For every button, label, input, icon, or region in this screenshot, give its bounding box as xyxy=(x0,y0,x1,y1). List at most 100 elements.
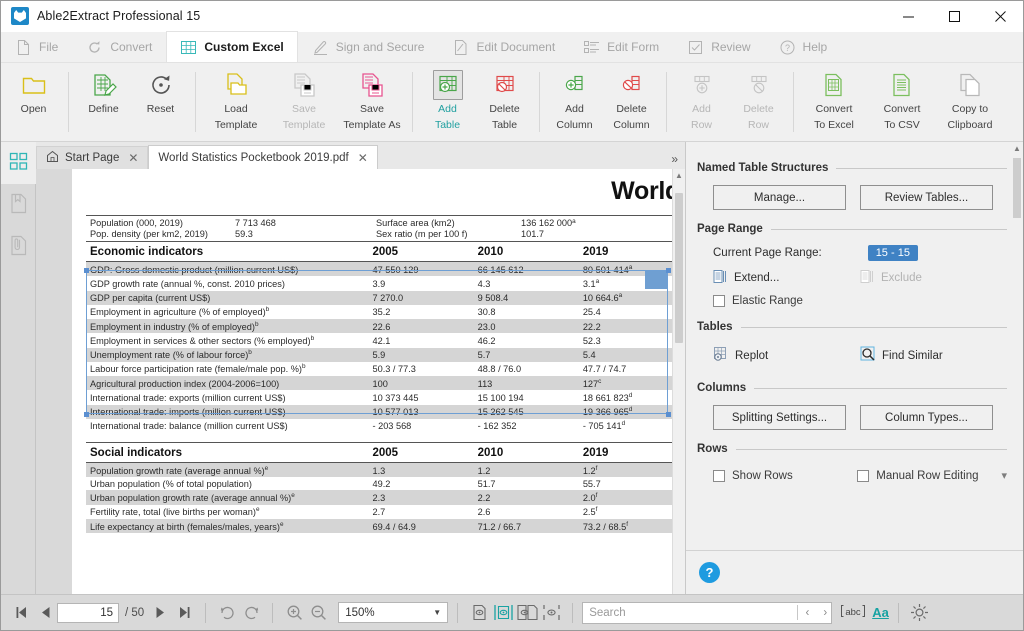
divider xyxy=(457,603,458,623)
group-title: Columns xyxy=(697,382,1007,394)
rotate-clockwise-button[interactable] xyxy=(215,601,239,625)
ribbon-tab-file[interactable]: File xyxy=(1,31,72,62)
delete-column-icon xyxy=(617,70,647,100)
panel-scrollbar-thumb[interactable] xyxy=(1013,158,1021,218)
zoom-level-select[interactable]: 150% ▼ xyxy=(338,602,448,623)
open-button[interactable]: Open xyxy=(5,63,62,141)
match-case-button[interactable]: Aa xyxy=(872,605,889,620)
continuous-page-view-button[interactable] xyxy=(491,601,515,625)
button-label: Delete xyxy=(743,104,773,116)
scroll-up-arrow[interactable]: ▲ xyxy=(673,169,685,182)
table-selection-rectangle[interactable] xyxy=(86,270,668,414)
panel-scroll-up-arrow[interactable]: ▲ xyxy=(1011,142,1023,155)
rotate-counterclockwise-button[interactable] xyxy=(239,601,263,625)
add-table-button[interactable]: Add Table xyxy=(419,63,476,141)
current-page-range-value[interactable]: 15 - 15 xyxy=(868,245,918,261)
selection-handle-br[interactable] xyxy=(666,412,671,417)
delete-table-button[interactable]: Delete Table xyxy=(476,63,533,141)
next-page-button[interactable] xyxy=(148,601,172,625)
show-rows-option[interactable]: Show Rows xyxy=(713,470,850,482)
first-page-button[interactable] xyxy=(9,601,33,625)
copy-to-clipboard-button[interactable]: Copy to Clipboard xyxy=(936,63,1004,141)
document-tab-world-statistics[interactable]: World Statistics Pocketbook 2019.pdf ✕ xyxy=(148,145,377,169)
chevron-right-icon[interactable]: › xyxy=(823,607,827,619)
panel-scrollbar[interactable]: ▲ xyxy=(1011,142,1023,550)
ribbon-tab-convert[interactable]: Convert xyxy=(72,31,166,62)
delete-column-button[interactable]: Delete Column xyxy=(603,63,660,141)
document-tab-start-page[interactable]: Start Page ✕ xyxy=(36,146,148,169)
prev-page-button[interactable] xyxy=(33,601,57,625)
replot-button[interactable]: Replot xyxy=(713,346,860,365)
button-label: Copy to xyxy=(952,104,988,116)
selection-handle-bl[interactable] xyxy=(84,412,89,417)
row-label: Population growth rate (average annual %… xyxy=(86,463,368,478)
manage-button[interactable]: Manage... xyxy=(713,185,846,210)
document-vertical-scrollbar[interactable]: ▲ xyxy=(672,169,685,594)
social-indicators-table[interactable]: Social indicators 2005 2010 2019 Populat… xyxy=(86,442,672,533)
show-rows-checkbox[interactable] xyxy=(713,470,725,482)
sidebar-item-thumbnails[interactable] xyxy=(1,142,36,184)
close-icon[interactable]: ✕ xyxy=(358,151,368,165)
chevron-down-icon[interactable]: ▾ xyxy=(1001,469,1007,482)
button-label: Add xyxy=(565,104,584,116)
define-button[interactable]: Define xyxy=(75,63,132,141)
splitting-settings-button[interactable]: Splitting Settings... xyxy=(713,405,846,430)
search-input[interactable]: Search ‹ › xyxy=(582,602,832,624)
facing-pages-view-button[interactable] xyxy=(515,601,539,625)
sidebar-item-bookmarks[interactable] xyxy=(1,184,36,226)
ribbon-tab-edit-form[interactable]: Edit Form xyxy=(569,31,673,62)
convert-to-csv-button[interactable]: Convert To CSV xyxy=(868,63,936,141)
reset-button[interactable]: Reset xyxy=(132,63,189,141)
sidebar-item-attachments[interactable] xyxy=(1,226,36,268)
find-similar-button[interactable]: Find Similar xyxy=(860,346,1007,365)
selection-handle-tl[interactable] xyxy=(84,268,89,273)
pdf-page[interactable]: World Population (000, 2019) 7 713 468 xyxy=(72,169,672,594)
column-types-button[interactable]: Column Types... xyxy=(860,405,993,430)
button-row: Splitting Settings... Column Types... xyxy=(697,399,1007,434)
ribbon-tab-sign-and-secure[interactable]: Sign and Secure xyxy=(298,31,439,62)
ribbon-tab-help[interactable]: ? Help xyxy=(765,31,842,62)
delete-row-icon xyxy=(744,70,774,100)
divider xyxy=(205,603,206,623)
chevron-left-icon[interactable]: ‹ xyxy=(806,607,810,619)
manual-row-editing-checkbox[interactable] xyxy=(857,470,869,482)
group-named-table-structures: Named Table Structures Manage... Review … xyxy=(697,162,1007,214)
extend-button[interactable]: Extend... xyxy=(713,269,860,287)
close-icon[interactable]: ✕ xyxy=(128,151,138,165)
continuous-facing-view-button[interactable] xyxy=(539,601,563,625)
zoom-in-button[interactable] xyxy=(282,601,306,625)
last-page-button[interactable] xyxy=(172,601,196,625)
convert-to-excel-button[interactable]: Convert To Excel xyxy=(800,63,868,141)
ribbon-tab-edit-document[interactable]: Edit Document xyxy=(438,31,569,62)
close-button[interactable] xyxy=(977,1,1023,32)
save-template-as-button[interactable]: Save Template As xyxy=(338,63,406,141)
page-scroll-area[interactable]: World Population (000, 2019) 7 713 468 xyxy=(72,169,672,594)
ribbon-tab-custom-excel[interactable]: Custom Excel xyxy=(166,31,297,62)
ribbon-tab-review[interactable]: Review xyxy=(673,31,764,62)
chevron-double-right-icon[interactable]: » xyxy=(671,152,678,166)
brightness-button[interactable] xyxy=(908,601,932,625)
selected-corner-cell[interactable] xyxy=(645,271,667,289)
elastic-range-row[interactable]: Elastic Range xyxy=(697,290,1007,312)
page-number-input[interactable]: 15 xyxy=(57,603,119,623)
scrollbar-thumb[interactable] xyxy=(675,193,683,343)
reset-icon xyxy=(146,70,176,100)
help-button[interactable]: ? xyxy=(699,562,720,583)
minimize-button[interactable] xyxy=(885,1,931,32)
add-column-button[interactable]: Add Column xyxy=(546,63,603,141)
load-template-button[interactable]: Load Template xyxy=(202,63,270,141)
manual-row-editing-option[interactable]: Manual Row Editing xyxy=(857,470,994,482)
elastic-range-checkbox[interactable] xyxy=(713,295,725,307)
zoom-out-button[interactable] xyxy=(306,601,330,625)
whole-words-button[interactable]: abc xyxy=(840,603,866,622)
summary-value: 136 162 000 xyxy=(521,218,572,228)
tab-label: World Statistics Pocketbook 2019.pdf xyxy=(158,152,348,164)
review-tables-button[interactable]: Review Tables... xyxy=(860,185,993,210)
save-template-icon xyxy=(289,70,319,100)
summary-value: 101.7 xyxy=(521,229,544,239)
selection-handle-tr[interactable] xyxy=(666,268,671,273)
single-page-view-button[interactable] xyxy=(467,601,491,625)
maximize-button[interactable] xyxy=(931,1,977,32)
add-row-button: Add Row xyxy=(673,63,730,141)
tables-actions-row: Replot Find Similar xyxy=(697,338,1007,373)
